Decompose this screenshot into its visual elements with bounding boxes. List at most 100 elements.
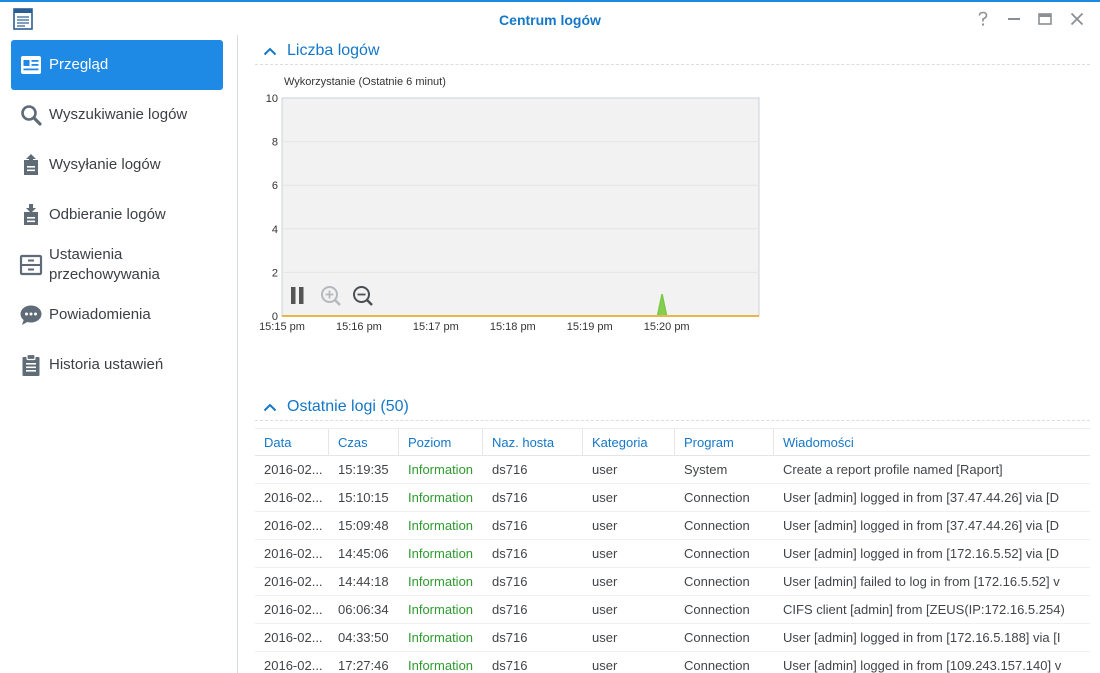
table-row[interactable]: 2016-02... 04:33:50 Information ds716 user Co…: [255, 624, 1090, 652]
minimize-icon[interactable]: [1003, 8, 1025, 30]
cell-time: 04:33:50: [338, 630, 389, 645]
zoom-out-icon[interactable]: [351, 284, 375, 308]
cell-date: 2016-02...: [264, 574, 323, 589]
sidebar: Przegląd Wyszukiwanie logów Wysyłanie lo…: [0, 35, 238, 673]
x-tick-label: 15:19 pm: [567, 321, 613, 333]
cell-time: 15:09:48: [338, 518, 389, 533]
column-header-time[interactable]: Czas: [329, 429, 399, 456]
cell-time: 17:27:46: [338, 658, 389, 673]
cell-program: Connection: [684, 574, 750, 589]
x-tick-label: 15:16 pm: [336, 321, 382, 333]
cell-program: Connection: [684, 602, 750, 617]
cell-program: Connection: [684, 518, 750, 533]
cell-hostname: ds716: [492, 574, 528, 589]
cell-time: 14:45:06: [338, 546, 389, 561]
table-row[interactable]: 2016-02... 15:10:15 Information ds716 user Co…: [255, 484, 1090, 512]
sidebar-item-log-receiving[interactable]: Odbieranie logów: [11, 190, 223, 240]
cell-category: user: [592, 602, 618, 617]
column-header-hostname[interactable]: Naz. hosta: [483, 429, 583, 456]
cell-message: User [admin] failed to log in from [172.…: [783, 574, 1060, 589]
table-header: Data Czas Poziom Naz. hosta Kategoria Program…: [255, 428, 1090, 456]
x-tick-label: 15:15 pm: [259, 321, 305, 333]
table-row[interactable]: 2016-02... 15:19:35 Information ds716 user Sy…: [255, 456, 1090, 484]
recent-logs-table: Data Czas Poziom Naz. hosta Kategoria Program…: [255, 428, 1090, 673]
cell-hostname: ds716: [492, 546, 528, 561]
cell-program: Connection: [684, 630, 750, 645]
log-count-section-header[interactable]: Liczba logów: [263, 39, 380, 63]
cell-level: Information: [408, 462, 474, 477]
cell-hostname: ds716: [492, 630, 528, 645]
table-row[interactable]: 2016-02... 06:06:34 Information ds716 user Co…: [255, 596, 1090, 624]
recent-logs-section-header[interactable]: Ostatnie logi (50): [263, 395, 409, 419]
zoom-in-icon[interactable]: [319, 284, 343, 308]
cell-time: 15:10:15: [338, 490, 389, 505]
sidebar-item-settings-history[interactable]: Historia ustawień: [11, 340, 223, 390]
table-row[interactable]: 2016-02... 15:09:48 Information ds716 user Co…: [255, 512, 1090, 540]
close-icon[interactable]: [1066, 8, 1088, 30]
cell-category: user: [592, 574, 618, 589]
table-row[interactable]: 2016-02... 17:27:46 Information ds716 user Co…: [255, 652, 1090, 673]
cell-message: CIFS client [admin] from [ZEUS(IP:172.16…: [783, 602, 1065, 617]
sidebar-item-log-sending[interactable]: Wysyłanie logów: [11, 140, 223, 190]
cell-category: user: [592, 518, 618, 533]
cell-category: user: [592, 462, 618, 477]
cell-date: 2016-02...: [264, 462, 323, 477]
column-header-category[interactable]: Kategoria: [583, 429, 675, 456]
cell-level: Information: [408, 630, 474, 645]
log-count-title: Liczba logów: [287, 42, 380, 59]
cell-date: 2016-02...: [264, 518, 323, 533]
sidebar-item-overview[interactable]: Przegląd: [11, 40, 223, 90]
cell-hostname: ds716: [492, 518, 528, 533]
chevron-up-icon[interactable]: [263, 46, 277, 56]
maximize-icon[interactable]: [1034, 8, 1056, 30]
sidebar-item-label: Powiadomienia: [49, 306, 151, 323]
sidebar-item-label: Wyszukiwanie logów: [49, 106, 188, 123]
cell-message: User [admin] logged in from [109.243.157…: [783, 658, 1062, 673]
cell-program: System: [684, 462, 728, 477]
help-icon[interactable]: [972, 8, 994, 30]
search-icon: [21, 105, 42, 126]
clipboard-icon: [22, 353, 40, 376]
column-header-message[interactable]: Wiadomości: [774, 429, 1090, 456]
chat-icon: [20, 305, 42, 325]
cell-program: Connection: [684, 658, 750, 673]
y-tick-label: 4: [272, 224, 278, 236]
cell-time: 15:19:35: [338, 462, 389, 477]
sidebar-item-label: Odbieranie logów: [49, 206, 166, 223]
overview-icon: [21, 56, 41, 74]
cell-level: Information: [408, 574, 474, 589]
cell-category: user: [592, 546, 618, 561]
chevron-up-icon[interactable]: [263, 402, 277, 412]
cell-time: 06:06:34: [338, 602, 389, 617]
y-tick-label: 8: [272, 137, 278, 149]
table-body: 2016-02... 15:19:35 Information ds716 user Sy…: [255, 456, 1090, 673]
column-header-level[interactable]: Poziom: [399, 429, 483, 456]
sidebar-item-notifications[interactable]: Powiadomienia: [11, 290, 223, 340]
y-tick-label: 6: [272, 180, 278, 192]
storage-icon: [19, 254, 43, 276]
cell-time: 14:44:18: [338, 574, 389, 589]
sidebar-item-log-search[interactable]: Wyszukiwanie logów: [11, 90, 223, 140]
x-tick-label: 15:20 pm: [644, 321, 690, 333]
y-tick-label: 10: [266, 93, 278, 105]
section-divider: [255, 64, 1090, 65]
sidebar-item-label: Przegląd: [49, 56, 109, 73]
cell-date: 2016-02...: [264, 490, 323, 505]
cell-program: Connection: [684, 490, 750, 505]
cell-message: User [admin] logged in from [172.16.5.18…: [783, 630, 1061, 645]
table-row[interactable]: 2016-02... 14:44:18 Information ds716 user Co…: [255, 568, 1090, 596]
sidebar-item-label: Historia ustawień: [49, 356, 164, 373]
cell-date: 2016-02...: [264, 658, 323, 673]
cell-hostname: ds716: [492, 462, 528, 477]
pause-icon[interactable]: [289, 285, 309, 307]
cell-program: Connection: [684, 546, 750, 561]
cell-date: 2016-02...: [264, 546, 323, 561]
table-row[interactable]: 2016-02... 14:45:06 Information ds716 user Co…: [255, 540, 1090, 568]
sidebar-item-storage-settings[interactable]: Ustawienia przechowywania: [11, 240, 223, 290]
cell-message: Create a report profile named [Raport]: [783, 462, 1003, 477]
sidebar-item-label: Wysyłanie logów: [49, 156, 161, 173]
column-header-date[interactable]: Data: [255, 429, 329, 456]
usage-chart: Wykorzystanie (Ostatnie 6 minut) 0 2 4 6 8 10…: [257, 75, 777, 335]
cell-level: Information: [408, 546, 474, 561]
column-header-program[interactable]: Program: [675, 429, 774, 456]
